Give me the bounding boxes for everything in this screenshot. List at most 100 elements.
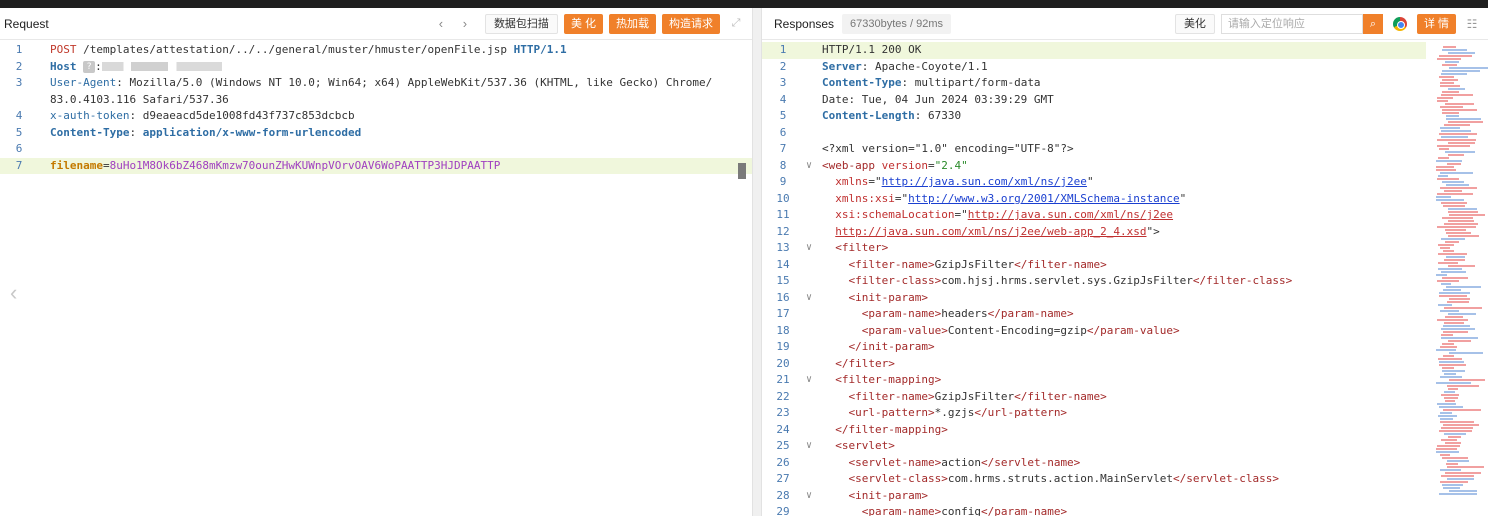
line-number: 26 [776, 455, 790, 469]
minimap-line [1448, 208, 1477, 210]
beautify-button[interactable]: 美 化 [563, 13, 603, 34]
minimap-line [1449, 379, 1485, 381]
fold-chevron-icon[interactable]: ∨ [806, 290, 812, 307]
minimap-line [1446, 463, 1458, 465]
message-icon[interactable]: ☷ [1462, 17, 1482, 31]
code-token: </filter-name> [1014, 389, 1107, 403]
code-token: </param-value> [1086, 323, 1180, 337]
fold-chevron-icon[interactable]: ∨ [806, 158, 812, 175]
minimap-line [1448, 313, 1476, 315]
text-caret [738, 162, 746, 179]
minimap-line [1445, 241, 1459, 243]
fold-chevron-icon[interactable]: ∨ [806, 372, 812, 389]
next-arrow-icon[interactable]: › [457, 16, 473, 31]
code-token: <servlet> [822, 439, 895, 452]
minimap-line [1441, 337, 1478, 339]
code-token: </filter-class> [1192, 274, 1293, 287]
code-token: GzipJsFilter [934, 257, 1015, 271]
minimap-line [1436, 274, 1447, 276]
line-number: 28 [776, 488, 790, 502]
code-token: : Apache-Coyote/1.1 [861, 59, 988, 73]
scan-button[interactable]: 数据包扫描 [484, 13, 558, 34]
minimap-line [1444, 373, 1456, 375]
minimap-line [1438, 415, 1457, 417]
minimap-line [1447, 460, 1469, 462]
code-text: <filter-name>GzipJsFilter</filter-name> [822, 257, 1107, 274]
prev-arrow-icon[interactable]: ‹ [433, 16, 449, 31]
request-line: 2 Host ?: [0, 59, 752, 76]
response-line: 9 xmlns="http://java.sun.com/xml/ns/j2ee… [762, 174, 1426, 191]
response-line: 16 ∨ <init-param> [762, 290, 1426, 307]
code-token: Host [50, 59, 77, 73]
code-token: http://java.sun.com/xml/ns/j2ee [881, 175, 1087, 188]
code-token: </filter-name> [1014, 257, 1107, 271]
response-line: 23 <url-pattern>*.gzjs</url-pattern> [762, 405, 1426, 422]
minimap-line [1441, 328, 1475, 330]
minimap-line [1442, 217, 1473, 219]
code-token: action [941, 455, 981, 469]
minimap-line [1444, 433, 1466, 435]
code-text: <servlet> [822, 438, 895, 455]
response-search-input[interactable]: 请输入定位响应 [1220, 13, 1363, 34]
minimap-line [1440, 454, 1450, 456]
code-text: x-auth-token: d9eaeacd5de1008fd43f737c85… [50, 108, 355, 125]
code-token: : multipart/form-data [901, 76, 1041, 89]
construct-request-button[interactable]: 构造请求 [662, 13, 720, 34]
fold-chevron-icon[interactable]: ∨ [806, 488, 812, 505]
minimap-line [1448, 88, 1465, 90]
minimap-line [1438, 157, 1449, 159]
code-text: </init-param> [822, 339, 934, 356]
minimap-line [1446, 118, 1481, 120]
response-line: 15 <filter-class>com.hjsj.hrms.servlet.s… [762, 273, 1426, 290]
line-number: 3 [779, 76, 787, 89]
line-number: 1 [779, 43, 787, 56]
minimap[interactable] [1428, 40, 1488, 516]
code-text: 83.0.4103.116 Safari/537.36 [50, 92, 229, 109]
request-editor[interactable]: 1 POST /templates/attestation/../../gener… [0, 42, 752, 516]
minimap-line [1449, 352, 1483, 354]
minimap-line [1440, 82, 1454, 84]
line-number: 3 [15, 76, 23, 89]
minimap-line [1448, 121, 1483, 123]
minimap-line [1444, 223, 1478, 225]
minimap-line [1440, 106, 1463, 108]
code-token: Content-Type [50, 125, 130, 139]
hotload-button[interactable]: 热加载 [609, 13, 656, 34]
line-number: 7 [15, 158, 23, 172]
chrome-icon[interactable] [1392, 16, 1407, 31]
fold-chevron-icon[interactable]: ∨ [806, 438, 812, 455]
code-token: <filter-mapping> [822, 373, 942, 386]
minimap-line [1439, 493, 1477, 495]
response-line: 5 Content-Length: 67330 [762, 108, 1426, 125]
minimap-line [1443, 46, 1456, 48]
minimap-line [1444, 259, 1465, 261]
search-icon[interactable]: ⌕ [1362, 13, 1383, 34]
details-button[interactable]: 详 情 [1416, 13, 1456, 34]
response-toolbar: Responses 67330bytes / 92ms 美化 请输入定位响应 ⌕… [762, 8, 1488, 40]
code-token: headers [941, 307, 988, 320]
minimap-line [1440, 346, 1457, 348]
minimap-line [1442, 64, 1457, 66]
response-beautify-button[interactable]: 美化 [1174, 13, 1215, 34]
expand-icon[interactable]: ⤢ [726, 17, 746, 30]
line-number: 14 [776, 257, 790, 271]
minimap-line [1444, 397, 1458, 399]
code-token: com.hjsj.hrms.servlet.sys.GzipJsFilter [941, 274, 1193, 287]
line-number: 25 [776, 439, 790, 452]
minimap-line [1440, 376, 1462, 378]
response-line: 3 Content-Type: multipart/form-data [762, 75, 1426, 92]
pane-divider[interactable] [752, 8, 762, 516]
minimap-line [1445, 442, 1461, 444]
request-line: 83.0.4103.116 Safari/537.36 [0, 92, 752, 109]
minimap-line [1438, 304, 1452, 306]
code-token: <param-name> [822, 307, 942, 320]
line-number: 29 [776, 505, 790, 516]
collapse-left-icon[interactable]: ‹ [10, 280, 17, 306]
response-line: 27 <servlet-class>com.hrms.struts.action… [762, 471, 1426, 488]
response-editor[interactable]: 1 HTTP/1.1 200 OK 2 Server: Apache-Coyote/1… [762, 42, 1426, 516]
code-text: Content-Length: 67330 [822, 108, 961, 125]
minimap-line [1444, 190, 1462, 192]
fold-chevron-icon[interactable]: ∨ [806, 240, 812, 257]
minimap-line [1436, 349, 1456, 351]
